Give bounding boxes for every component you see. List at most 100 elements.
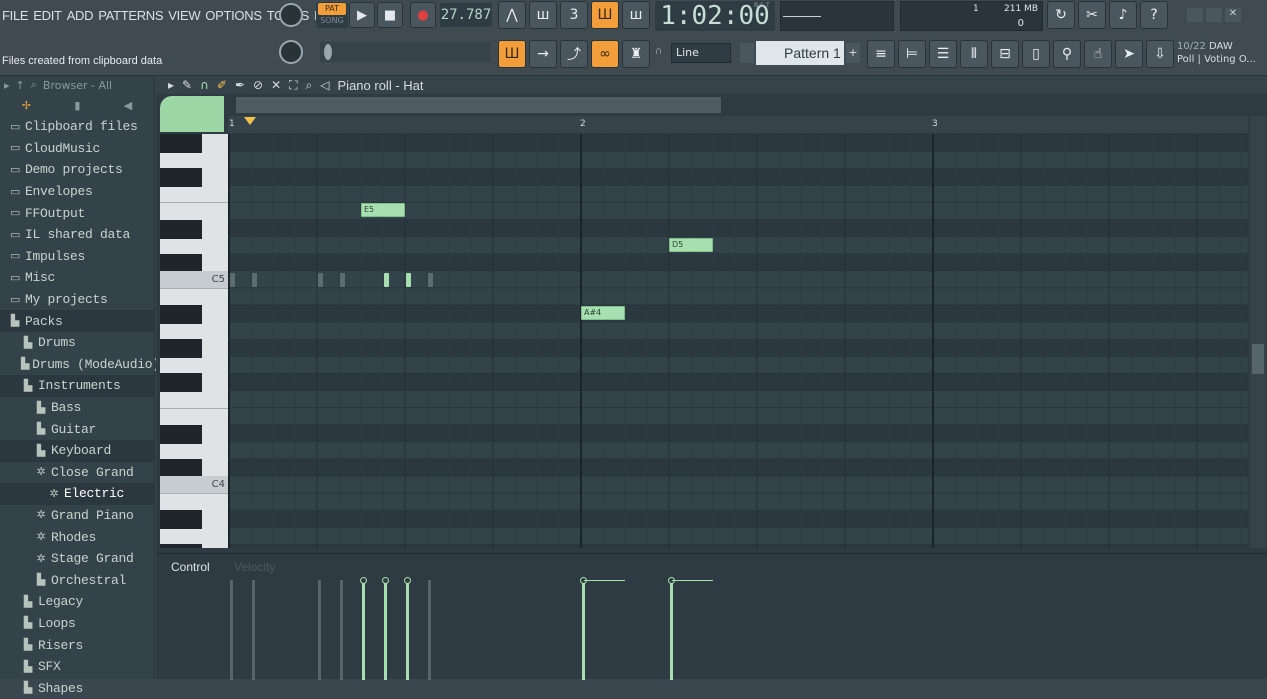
mute-icon[interactable]: ✕ <box>271 78 281 92</box>
metronome-icon[interactable]: ⋀ <box>498 1 526 29</box>
browser-item[interactable]: ▙ Packs <box>0 310 154 332</box>
browser-item[interactable]: ▙ Drums <box>0 332 154 354</box>
browser-icon[interactable]: ⊟ <box>991 40 1019 68</box>
control-label[interactable]: Control <box>171 560 210 574</box>
select-icon[interactable]: ⛶ <box>289 78 297 93</box>
velocity-handle[interactable] <box>404 577 411 584</box>
browser-item[interactable]: ▙ Risers <box>0 634 154 656</box>
menu-arrow-icon[interactable]: ▸ <box>168 78 174 92</box>
arrow-icon[interactable]: ▸ <box>4 79 10 92</box>
wrench-icon[interactable]: ✎ <box>182 78 192 92</box>
horizontal-scrollbar[interactable] <box>236 97 721 113</box>
browser-item[interactable]: ✲ Close Grand <box>0 462 154 484</box>
file-icon[interactable]: ▯ <box>1022 40 1050 68</box>
browser-item[interactable]: ▙ Drums (ModeAudio) <box>0 354 160 376</box>
playhead-marker[interactable] <box>244 117 256 125</box>
record-button[interactable]: ● <box>410 2 436 28</box>
velocity-bar[interactable] <box>582 580 585 680</box>
note[interactable]: D5 <box>669 237 713 252</box>
minimize-button[interactable] <box>1187 8 1203 22</box>
black-key[interactable] <box>160 339 202 359</box>
browser-item[interactable]: ▙ Guitar <box>0 418 154 440</box>
piano-keyboard[interactable]: C5 C4 <box>160 134 228 548</box>
velocity-bar[interactable] <box>362 580 365 680</box>
browser-item[interactable]: ▙ Legacy <box>0 591 154 613</box>
channel-preview[interactable] <box>160 96 224 132</box>
browser-item[interactable]: ▭ Impulses <box>0 246 154 268</box>
black-key[interactable] <box>160 305 202 324</box>
menu-item[interactable]: FILE <box>2 8 29 23</box>
search-icon[interactable]: ⌕ <box>31 78 37 92</box>
envelope-icon[interactable]: ⤴ <box>560 40 588 68</box>
menu-item[interactable]: OPTIONS <box>205 8 262 23</box>
zoom-icon[interactable]: ⌕ <box>306 78 313 93</box>
pat-song-toggle[interactable]: PAT SONG <box>316 2 348 28</box>
typing-keyboard-icon[interactable]: Ш <box>498 40 526 68</box>
browser-item[interactable]: ▙ Orchestral <box>0 569 154 591</box>
black-key[interactable] <box>160 219 202 239</box>
browser-item[interactable]: ▭ Misc <box>0 267 154 289</box>
velocity-bar[interactable] <box>670 580 673 680</box>
touch-icon[interactable]: ☝ <box>1084 40 1112 68</box>
all-files-icon[interactable]: ✢ <box>22 99 31 112</box>
mixer-icon[interactable]: ⫴ <box>960 40 988 68</box>
browser-item[interactable]: ▙ Instruments <box>0 375 154 397</box>
master-pitch-knob[interactable] <box>279 40 303 64</box>
black-key[interactable] <box>160 373 202 393</box>
browser-item[interactable]: ✲ Rhodes <box>0 526 154 548</box>
piano-roll-icon[interactable]: ⊨ <box>898 40 926 68</box>
brush-icon[interactable]: ✒ <box>235 78 245 92</box>
speaker-icon[interactable]: ◀ <box>124 99 132 112</box>
pencil-icon[interactable]: ✐ <box>217 78 227 92</box>
playlist-icon[interactable]: ≡ <box>867 40 895 68</box>
velocity-handle[interactable] <box>360 577 367 584</box>
note-grid[interactable]: E5 D5 A#4 <box>228 134 1248 548</box>
menu-item[interactable]: EDIT <box>33 8 62 23</box>
add-pattern-button[interactable]: + <box>846 43 860 63</box>
browser-item[interactable]: ▭ Demo projects <box>0 159 154 181</box>
delete-icon[interactable]: ⊘ <box>253 78 263 92</box>
black-key[interactable] <box>160 168 202 188</box>
loop-record-icon[interactable]: ш <box>622 1 650 29</box>
plugin-icon[interactable]: ⚲ <box>1053 40 1081 68</box>
black-key[interactable] <box>160 544 202 548</box>
stop-button[interactable]: ■ <box>377 2 403 28</box>
velocity-bar[interactable] <box>384 580 387 680</box>
velocity-lane[interactable] <box>228 554 1248 680</box>
current-project-icon[interactable]: ▮ <box>74 99 80 112</box>
countdown-icon[interactable]: 3 <box>560 1 588 29</box>
black-key[interactable] <box>160 510 202 530</box>
browser-item[interactable]: ▭ IL shared data <box>0 224 154 246</box>
playback-icon[interactable]: ◁ <box>320 78 329 92</box>
note[interactable]: A#4 <box>581 306 625 320</box>
play-button[interactable]: ▶ <box>349 2 375 28</box>
browser-item[interactable]: ▙ SFX <box>0 656 154 678</box>
undo-history-icon[interactable]: ↻ <box>1047 1 1075 29</box>
browser-item[interactable]: ▭ My projects <box>0 289 154 311</box>
browser-item[interactable]: ▭ FFOutput <box>0 202 154 224</box>
close-button[interactable]: ✕ <box>1225 8 1241 22</box>
browser-item[interactable]: ▙ Shapes <box>0 677 154 699</box>
help-icon[interactable]: ? <box>1140 1 1168 29</box>
news-panel[interactable]: 10/22 DAW Poll | Voting O... <box>1177 40 1263 68</box>
timeline-ruler[interactable]: 1 2 3 <box>228 116 1248 133</box>
master-volume-knob[interactable] <box>279 3 303 27</box>
wait-input-icon[interactable]: ш <box>529 1 557 29</box>
black-key[interactable] <box>160 134 202 153</box>
vertical-scrollbar[interactable] <box>1250 116 1266 548</box>
link-icon[interactable]: ∞ <box>591 40 619 68</box>
pitch-slider[interactable] <box>320 42 490 62</box>
note[interactable]: E5 <box>361 203 405 218</box>
maximize-button[interactable] <box>1206 8 1222 22</box>
menu-item[interactable]: VIEW <box>168 8 200 23</box>
channel-rack-icon[interactable]: ☰ <box>929 40 957 68</box>
cut-icon[interactable]: ✂ <box>1078 1 1106 29</box>
snap-select[interactable]: Line <box>671 43 731 63</box>
menu-item[interactable]: ADD <box>67 8 94 23</box>
browser-item[interactable]: ✲ Stage Grand <box>0 548 154 570</box>
velocity-handle[interactable] <box>382 577 389 584</box>
tag-icon[interactable]: ➤ <box>1115 40 1143 68</box>
browser-item[interactable]: ▙ Bass <box>0 397 154 419</box>
browser-item[interactable]: ✲ Electric <box>0 483 154 505</box>
browser-item[interactable]: ✲ Grand Piano <box>0 505 154 527</box>
